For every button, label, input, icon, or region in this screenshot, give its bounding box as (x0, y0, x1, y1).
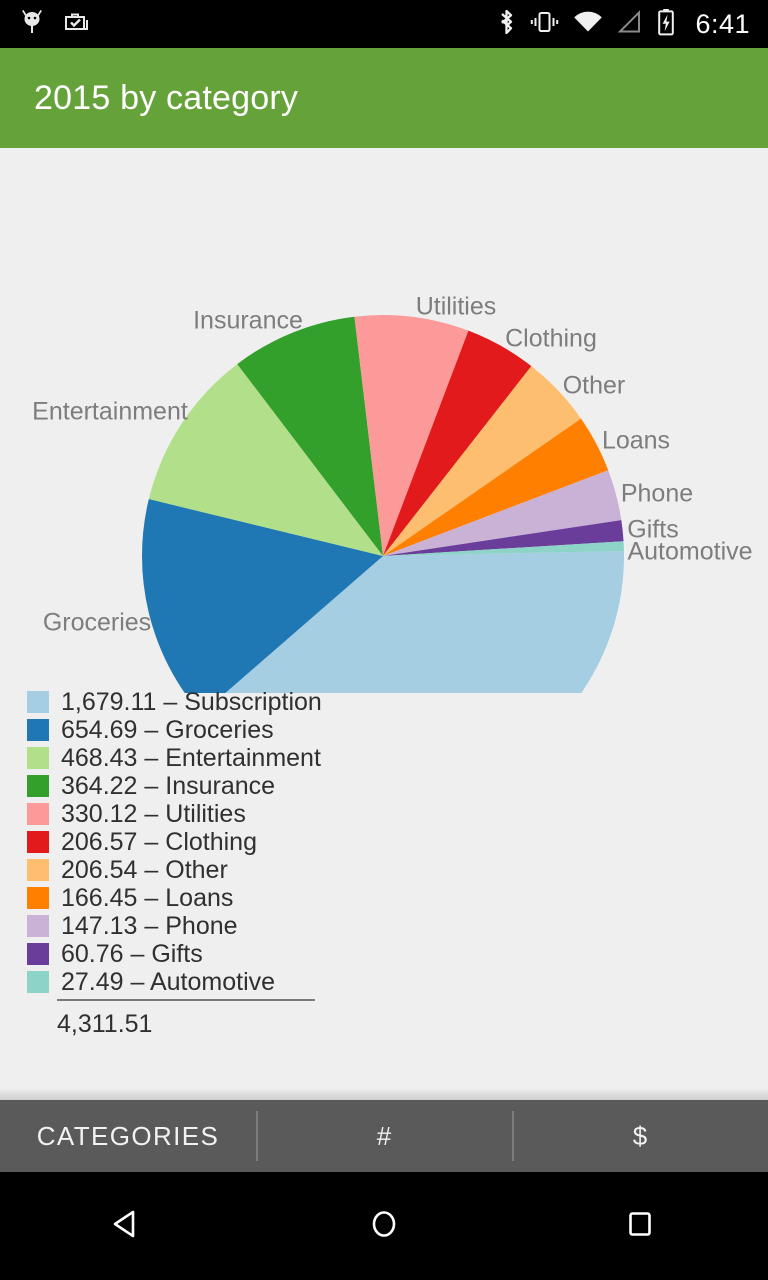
page-title: 2015 by category (34, 78, 299, 117)
legend: 1,679.11 – Subscription 654.69 – Grocerie… (0, 688, 768, 1039)
tab-bar: CATEGORIES # $ (0, 1100, 768, 1172)
nav-home-button[interactable] (324, 1172, 444, 1280)
legend-item[interactable]: 166.45 – Loans (0, 884, 768, 912)
recents-icon (620, 1204, 660, 1249)
legend-item[interactable]: 60.76 – Gifts (0, 940, 768, 968)
pie-label-automotive: Automotive (627, 538, 752, 566)
work-profile-icon (64, 9, 92, 40)
tab-categories[interactable]: CATEGORIES (0, 1100, 256, 1172)
legend-item-label: 364.22 – Insurance (61, 771, 276, 800)
legend-item-label: 1,679.11 – Subscription (61, 687, 322, 716)
legend-color-swatch (27, 887, 49, 909)
legend-item-label: 654.69 – Groceries (61, 715, 274, 744)
legend-item-label: 166.45 – Loans (61, 883, 234, 912)
wifi-icon (573, 10, 603, 39)
legend-color-swatch (27, 775, 49, 797)
tab-amount[interactable]: $ (512, 1100, 768, 1172)
content-area: Utilities Insurance Clothing Other Entertain… (0, 148, 768, 1100)
legend-rows: 1,679.11 – Subscription 654.69 – Grocerie… (0, 688, 768, 996)
pie-label-utilities: Utilities (416, 293, 497, 321)
nav-back-button[interactable] (68, 1172, 188, 1280)
tab-count[interactable]: # (256, 1100, 512, 1172)
pie-label-loans: Loans (602, 427, 670, 455)
legend-color-swatch (27, 803, 49, 825)
legend-item[interactable]: 206.57 – Clothing (0, 828, 768, 856)
pie-label-entertainment: Entertainment (32, 398, 188, 426)
pie-slices (142, 314, 624, 693)
phone-screen: 6:41 2015 by category Utilities Insurance… (0, 0, 768, 1280)
status-bar-clock: 6:41 (695, 8, 750, 39)
legend-color-swatch (27, 747, 49, 769)
status-bar: 6:41 (0, 0, 768, 48)
legend-item[interactable]: 147.13 – Phone (0, 912, 768, 940)
legend-item-label: 206.54 – Other (61, 855, 228, 884)
legend-item[interactable]: 468.43 – Entertainment (0, 744, 768, 772)
legend-color-swatch (27, 831, 49, 853)
legend-color-swatch (27, 719, 49, 741)
nav-recents-button[interactable] (580, 1172, 700, 1280)
legend-color-swatch (27, 859, 49, 881)
tab-bar-shadow (0, 1088, 768, 1100)
legend-total-divider (57, 999, 315, 1001)
legend-item-label: 468.43 – Entertainment (61, 743, 321, 772)
legend-item[interactable]: 27.49 – Automotive (0, 968, 768, 996)
status-bar-right-icons: 6:41 (497, 8, 750, 41)
legend-item[interactable]: 1,679.11 – Subscription (0, 688, 768, 716)
system-nav-bar (0, 1172, 768, 1280)
legend-item-label: 206.57 – Clothing (61, 827, 257, 856)
battery-charging-icon (657, 8, 675, 41)
pie-label-clothing: Clothing (505, 325, 597, 353)
legend-total-amount: 4,311.51 (57, 1010, 153, 1038)
legend-item-label: 60.76 – Gifts (61, 939, 203, 968)
pie-label-other: Other (563, 372, 626, 400)
legend-item-label: 27.49 – Automotive (61, 967, 276, 996)
pie-chart: Utilities Insurance Clothing Other Entertain… (0, 148, 768, 693)
legend-color-swatch (27, 943, 49, 965)
app-bar: 2015 by category (0, 48, 768, 148)
bluetooth-icon (497, 8, 516, 41)
tab-label: $ (632, 1120, 648, 1151)
legend-item[interactable]: 206.54 – Other (0, 856, 768, 884)
android-debug-icon (20, 9, 44, 40)
home-icon (364, 1204, 404, 1249)
tab-label: # (376, 1120, 392, 1151)
legend-item[interactable]: 364.22 – Insurance (0, 772, 768, 800)
vibrate-icon (530, 9, 559, 40)
pie-label-phone: Phone (621, 480, 693, 508)
legend-item-label: 147.13 – Phone (61, 911, 238, 940)
legend-color-swatch (27, 971, 49, 993)
legend-color-swatch (27, 691, 49, 713)
legend-item-label: 330.12 – Utilities (61, 799, 246, 828)
status-bar-left-icons (20, 9, 92, 40)
pie-chart-svg: Utilities Insurance Clothing Other Entertain… (32, 293, 753, 693)
legend-item[interactable]: 654.69 – Groceries (0, 716, 768, 744)
back-icon (108, 1204, 148, 1249)
legend-color-swatch (27, 915, 49, 937)
pie-label-groceries: Groceries (43, 609, 151, 637)
cell-signal-icon (617, 9, 643, 39)
legend-item[interactable]: 330.12 – Utilities (0, 800, 768, 828)
tab-label: CATEGORIES (36, 1120, 220, 1151)
pie-label-insurance: Insurance (193, 307, 303, 335)
